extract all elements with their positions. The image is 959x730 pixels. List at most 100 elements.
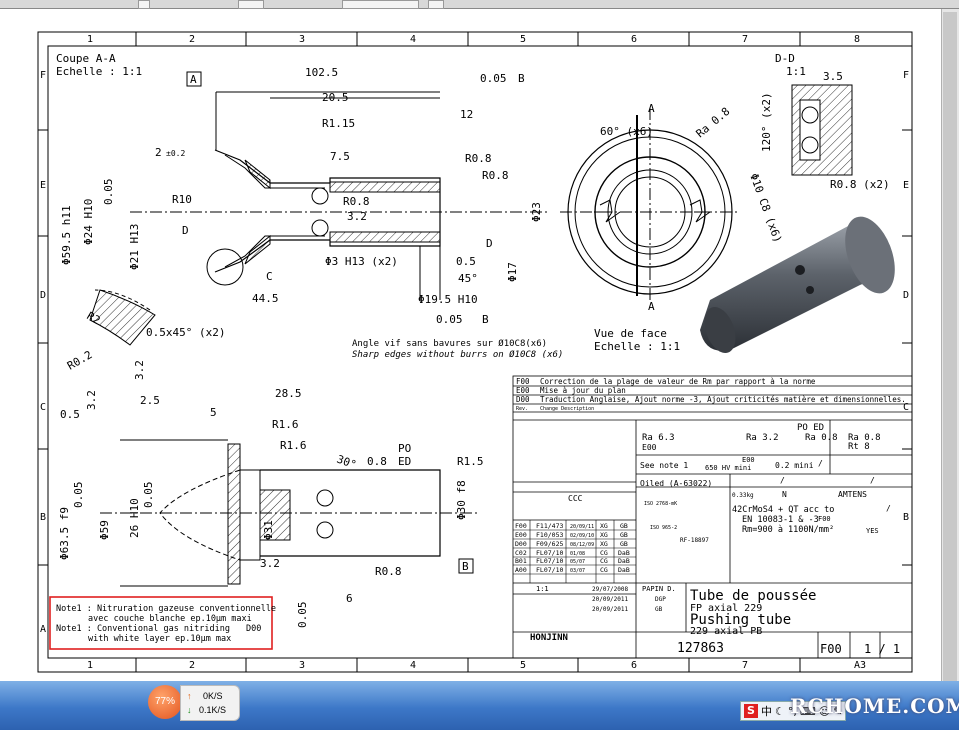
scale: 1:1 bbox=[536, 585, 549, 593]
dim-59-5: Φ59.5 h11 bbox=[60, 205, 73, 265]
dim-r08-a: R0.8 bbox=[465, 152, 492, 165]
note-line-3: Note1 : Conventional gas nitriding bbox=[56, 624, 230, 634]
section-aa-title: Coupe A-A bbox=[56, 52, 116, 65]
zoom-field[interactable] bbox=[342, 0, 419, 9]
datum-b-label: B bbox=[518, 72, 525, 85]
general-tolerances: ISO 2768-mK bbox=[644, 501, 677, 507]
rev-code-f00: F00 bbox=[516, 377, 530, 386]
approver: GB bbox=[655, 606, 663, 613]
dim-chamfer: 0.5x45° (x2) bbox=[146, 326, 225, 339]
dim-44-5: 44.5 bbox=[252, 292, 279, 305]
scrollbar-thumb[interactable] bbox=[943, 12, 957, 682]
rev-header-text: Change Description bbox=[540, 406, 594, 412]
dim-r1-5: R1.5 bbox=[457, 455, 484, 468]
ime-chinese-mode[interactable]: 中 bbox=[761, 703, 772, 719]
dim-r1-6-a: R1.6 bbox=[272, 418, 299, 431]
surface-ra-3-2: Ra 3.2 bbox=[746, 433, 779, 443]
grid-col-6: 6 bbox=[631, 34, 637, 45]
upload-speed: 0K/S bbox=[203, 691, 223, 701]
moon-icon[interactable]: ☾ bbox=[775, 705, 785, 718]
front-view-scale: Echelle : 1:1 bbox=[594, 340, 680, 353]
rt-0-4: GB bbox=[620, 522, 628, 530]
sharp-edges-fr: Angle vif sans bavures sur Ø10C8(x6) bbox=[352, 338, 547, 349]
sheet: 1 / 1 bbox=[864, 642, 900, 656]
material-rev-f00: F00 bbox=[818, 515, 831, 523]
dim-26: 26 H10 bbox=[128, 498, 141, 538]
memory-percent-indicator[interactable]: 77% bbox=[148, 685, 182, 719]
tolerance-0-05-e: 0.05 bbox=[142, 482, 155, 509]
rt-5-0: A00 bbox=[515, 566, 527, 574]
rev-code-d00: D00 bbox=[516, 395, 530, 404]
toolbar-button[interactable] bbox=[138, 0, 150, 9]
dim-r08-c: R0.8 bbox=[343, 195, 370, 208]
grid-col-7: 7 bbox=[742, 34, 748, 45]
dim-17: Φ17 bbox=[506, 262, 519, 282]
grid-row-c: C bbox=[40, 402, 46, 413]
rt-4-0: B01 bbox=[515, 557, 527, 565]
coating: Oiled (A-63022) bbox=[640, 479, 712, 488]
section-a-label: A bbox=[648, 102, 655, 115]
dim-60x6: 60° (x6) bbox=[600, 125, 653, 138]
toolbar-button[interactable] bbox=[238, 0, 264, 9]
hardness: 650 HV mini bbox=[705, 464, 751, 472]
rt-2-0: D00 bbox=[515, 540, 527, 548]
dim-r08x2: R0.8 (x2) bbox=[830, 178, 890, 191]
grid-row-e: E bbox=[40, 180, 46, 191]
datum-a-label: A bbox=[190, 73, 197, 86]
grid-col-2-bottom: 2 bbox=[189, 660, 195, 671]
rt-3-4: DaB bbox=[618, 549, 630, 557]
title-fr: Tube de poussée bbox=[690, 588, 816, 604]
grid-col-8: 8 bbox=[854, 34, 860, 45]
format: A3 bbox=[854, 660, 866, 671]
rt-1-4: GB bbox=[620, 531, 628, 539]
based-on: RF-18897 bbox=[680, 537, 709, 544]
grid-col-4: 4 bbox=[410, 34, 416, 45]
grid-row-f-right: F bbox=[903, 70, 909, 81]
datum-d-label-2: D bbox=[486, 237, 493, 250]
grid-row-e-right: E bbox=[903, 180, 909, 191]
sogou-icon[interactable]: S bbox=[744, 704, 758, 718]
rev-header-code: Rev. bbox=[516, 406, 528, 412]
tolerance-0-05-a: 0.05 bbox=[102, 179, 115, 206]
treatment: See note 1 bbox=[640, 461, 688, 470]
material-1: 42CrMoS4 + QT acc to bbox=[732, 505, 834, 515]
dim-31: Φ31 bbox=[262, 520, 275, 540]
network-speed-widget[interactable]: ↑ 0K/S ↓ 0.1K/S bbox=[180, 685, 240, 721]
rt-3-2: 01/08 bbox=[570, 551, 585, 557]
rt-2-1: F09/625 bbox=[536, 540, 563, 548]
dim-24-h10: Φ24 H10 bbox=[82, 199, 95, 245]
po-label: PO bbox=[398, 442, 411, 455]
rev-text-f00: Correction de la plage de valeur de Rm p… bbox=[540, 377, 816, 386]
dim-r1-6-b: R1.6 bbox=[280, 439, 307, 452]
dim-7-5: 7.5 bbox=[330, 150, 350, 163]
rt-2-3: XG bbox=[600, 540, 608, 548]
technical-drawing: 1 2 3 4 5 6 7 8 1 2 3 4 5 6 7 F E D C B … bbox=[37, 31, 913, 673]
dim-3-h13: Φ3 H13 (x2) bbox=[325, 255, 398, 268]
dim-30deg: 30° bbox=[335, 453, 358, 472]
tolerance-0-05-d: 0.05 bbox=[72, 482, 85, 509]
viewer-toolbar bbox=[0, 0, 959, 9]
surface-ra-0-8: Ra 0.8 bbox=[805, 433, 838, 443]
dim-45deg: 45° bbox=[458, 272, 478, 285]
fuse: YES bbox=[866, 527, 879, 535]
dim-102: 102.5 bbox=[305, 66, 338, 79]
note-line-1: Note1 : Nitruration gazeuse conventionne… bbox=[56, 604, 276, 614]
dim-3-2-c: 3.2 bbox=[85, 390, 98, 410]
surface-rt-8: Rt 8 bbox=[848, 442, 870, 452]
dim-3-5: 3.5 bbox=[823, 70, 843, 83]
grid-row-d: D bbox=[40, 290, 46, 301]
dim-2-tol: ±0.2 bbox=[166, 149, 185, 158]
weight: 0.33kg bbox=[732, 492, 754, 499]
dim-59: Φ59 bbox=[98, 520, 111, 540]
rt-0-0: F00 bbox=[515, 522, 527, 530]
rt-3-3: CG bbox=[600, 549, 608, 557]
upload-arrow-icon: ↑ bbox=[187, 691, 192, 701]
date-approved: 20/09/2011 bbox=[592, 606, 629, 613]
dim-19-5: Φ19.5 H10 bbox=[418, 293, 478, 306]
rev-code-e00: E00 bbox=[516, 386, 530, 395]
rt-1-2: 02/09/10 bbox=[570, 533, 594, 539]
doc-class-slash: / bbox=[886, 504, 891, 513]
toolbar-button[interactable] bbox=[428, 0, 444, 9]
note-line-4: with white layer ep.10µm max bbox=[88, 634, 231, 644]
grid-col-5-bottom: 5 bbox=[520, 660, 526, 671]
